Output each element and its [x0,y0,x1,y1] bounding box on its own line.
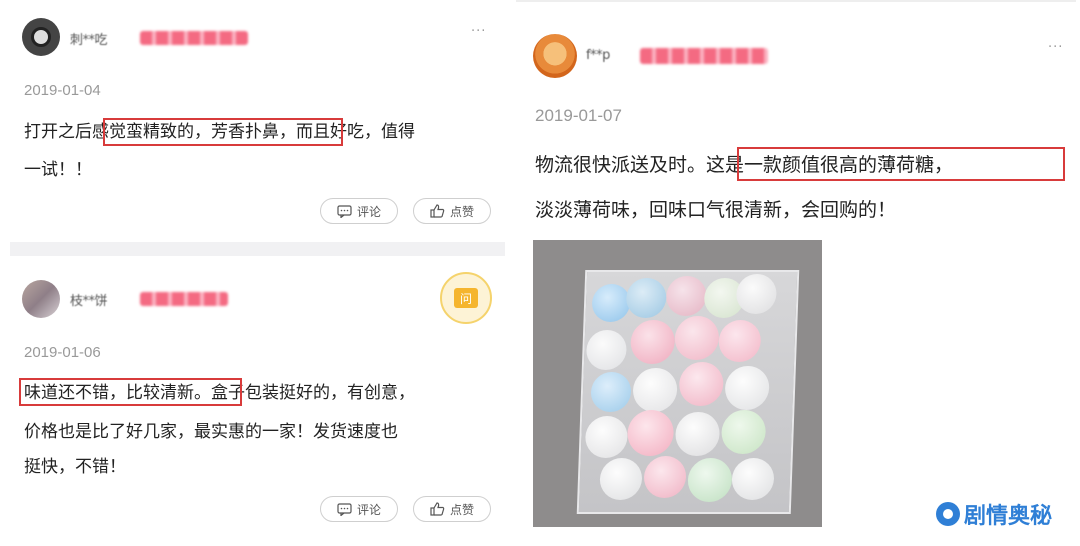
thumbs-up-icon [430,204,445,218]
avatar[interactable] [22,18,60,56]
highlight-box [103,118,343,146]
highlight-box [19,378,242,406]
vip-badge [140,292,228,306]
review-date: 2019-01-06 [24,344,101,361]
username[interactable]: 枝**饼 [70,290,108,309]
question-icon: 问 [454,288,478,308]
vip-badge [640,48,768,64]
review-date: 2019-01-07 [535,106,622,125]
username[interactable]: 刺**吃 [70,29,108,48]
ask-button[interactable]: 问 [440,272,492,324]
avatar[interactable] [22,280,60,318]
more-options-icon[interactable]: ··· [471,24,486,39]
section-divider [10,242,505,256]
review-text-line: 价格也是比了好几家，最实惠的一家！发货速度也 [24,422,398,442]
review-photo[interactable] [533,240,822,527]
comment-button[interactable]: 评论 [320,496,398,522]
comment-button[interactable]: 评论 [320,198,398,224]
more-options-icon[interactable]: ··· [1048,40,1063,55]
highlight-box [737,147,1065,181]
comment-icon [337,204,352,218]
thumbs-up-icon [430,502,445,516]
review-text-line: 淡淡薄荷味，回味口气很清新，会回购的！ [535,199,897,221]
candy-box [576,270,800,514]
top-border [516,0,1076,2]
logo-icon [936,502,960,526]
like-button[interactable]: 点赞 [413,496,491,522]
watermark: 剧情奥秘 [936,498,1052,530]
review-date: 2019-01-04 [24,82,101,99]
comment-icon [337,502,352,516]
vip-badge [140,31,248,45]
review-text-line: 挺快，不错！ [24,457,126,477]
like-button[interactable]: 点赞 [413,198,491,224]
avatar[interactable] [533,34,577,78]
review-text-line: 一试！！ [24,160,92,180]
username[interactable]: f**p [586,48,610,63]
